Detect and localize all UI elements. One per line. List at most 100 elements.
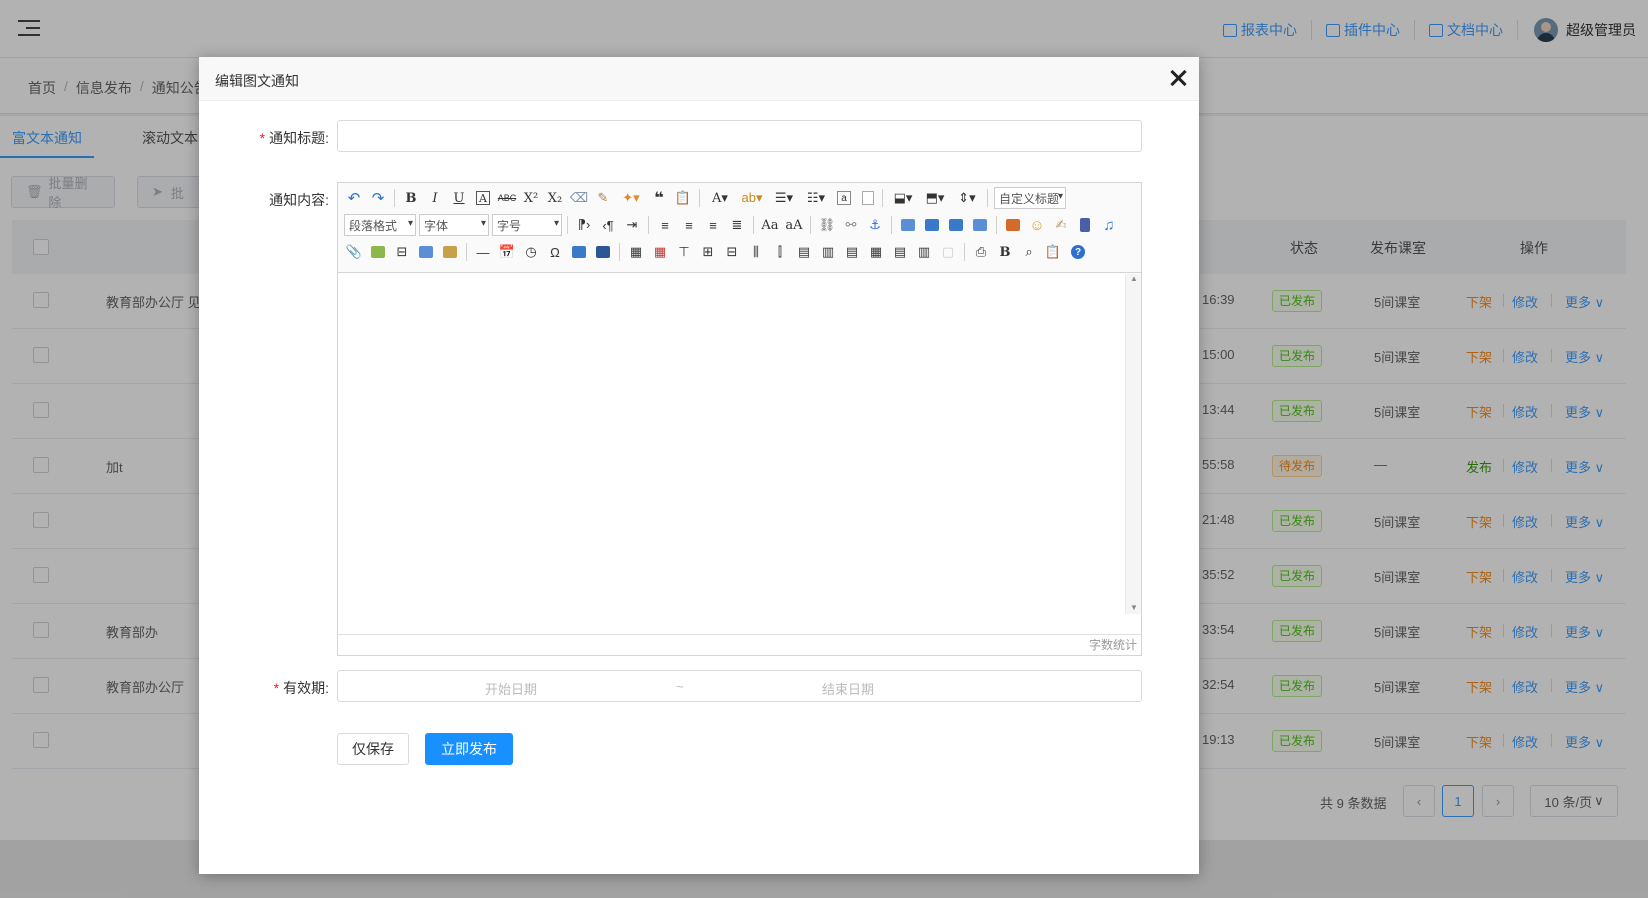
delete-row-icon[interactable]: ⊟ [722,242,742,262]
split-to-cols-icon[interactable]: ▥ [914,242,934,262]
undo-icon[interactable]: ↶ [344,188,364,208]
word-import-icon[interactable] [593,242,613,262]
justify-center-icon[interactable]: ≡ [679,215,699,235]
end-date-input[interactable]: 结束日期 [822,679,874,698]
editor-content-area[interactable] [338,274,1141,614]
scrawl-icon[interactable]: ✍ [1051,215,1071,235]
start-date-input[interactable]: 开始日期 [485,679,537,698]
row-spacing-bottom-icon[interactable]: ⬒▾ [921,188,949,208]
font-border-icon[interactable]: A [476,191,490,205]
link-icon[interactable]: ⛓ [817,215,837,235]
paste-plain-icon[interactable]: 📋 [673,188,693,208]
paragraph-format-select[interactable]: 段落格式 [344,214,416,236]
image-right-icon[interactable] [946,215,966,235]
notice-title-input[interactable] [337,120,1142,152]
publish-now-button[interactable]: 立即发布 [425,733,513,765]
scroll-up-icon[interactable]: ▲ [1130,274,1138,283]
insert-table-icon[interactable]: ▦ [626,242,646,262]
help-icon[interactable]: ? [1071,245,1085,259]
justify-left-icon[interactable]: ≡ [655,215,675,235]
strikethrough-icon[interactable]: ABC [497,188,517,208]
delete-col-icon[interactable]: ⫿ [770,242,790,262]
insert-col-icon[interactable]: ⫼ [746,242,766,262]
bold-icon[interactable]: B [401,188,421,208]
horizontal-line-icon[interactable]: — [473,242,493,262]
background-color-icon[interactable]: ab▾ [738,188,766,208]
toolbar-separator [648,216,649,234]
unordered-list-icon[interactable]: ☷▾ [802,188,830,208]
direction-rtl-icon[interactable]: ‹¶ [598,215,618,235]
line-height-icon[interactable]: ⇕▾ [953,188,981,208]
emotion-icon[interactable]: ☺ [1027,215,1047,235]
row-spacing-top-icon[interactable]: ⬓▾ [889,188,917,208]
edit-notice-modal: 编辑图文通知 * 通知标题: 通知内容: ↶ ↷ B I U A ABC X² X… [199,57,1199,874]
justify-right-icon[interactable]: ≡ [703,215,723,235]
unlink-icon[interactable]: ⚯ [841,215,861,235]
font-family-select[interactable]: 字体 [419,214,489,236]
toolbar-separator [964,243,965,261]
preview-icon[interactable]: B [995,242,1015,262]
image-center-icon[interactable] [970,215,990,235]
simple-upload-icon[interactable] [1003,215,1023,235]
search-replace-icon[interactable]: ⌕ [1019,242,1039,262]
clear-doc-icon[interactable] [862,191,874,205]
toolbar-separator [996,216,997,234]
custom-heading-select[interactable]: 自定义标题 [994,187,1066,209]
merge-cells-icon[interactable]: ▤ [794,242,814,262]
music-icon[interactable]: ♫ [1099,215,1119,235]
delete-table-icon[interactable]: ▦ [650,242,670,262]
indent-icon[interactable]: ⇥ [622,215,642,235]
content-label: 通知内容: [269,192,329,208]
subscript-icon[interactable]: X₂ [545,188,565,208]
print-icon[interactable]: ⎙ [971,242,991,262]
drafts-icon[interactable]: 📋 [1043,242,1063,262]
close-icon[interactable] [1169,69,1187,87]
toolbar-separator [466,243,467,261]
chart-icon[interactable]: ▢ [938,242,958,262]
justify-full-icon[interactable]: ≣ [727,215,747,235]
time-icon[interactable]: ◷ [521,242,541,262]
direction-ltr-icon[interactable]: ⁋› [574,215,594,235]
split-to-cells-icon[interactable]: ▦ [866,242,886,262]
split-to-rows-icon[interactable]: ▤ [890,242,910,262]
insert-paragraph-before-table-icon[interactable]: ⊤ [674,242,694,262]
auto-typeset-icon[interactable]: ✦▾ [617,188,645,208]
superscript-icon[interactable]: X² [521,188,541,208]
word-count: 字数统计 [338,634,1141,655]
italic-icon[interactable]: I [425,188,445,208]
select-all-icon[interactable]: a [837,191,851,205]
image-none-icon[interactable] [898,215,918,235]
scroll-down-icon[interactable]: ▼ [1130,603,1138,612]
font-size-select[interactable]: 字号 [492,214,562,236]
remove-format-icon[interactable]: ⌫ [569,188,589,208]
attachment-icon[interactable]: 📎 [344,242,364,262]
redo-icon[interactable]: ↷ [368,188,388,208]
ordered-list-icon[interactable]: ☰▾ [770,188,798,208]
modal-title: 编辑图文通知 [215,73,299,89]
title-label: * 通知标题: [259,130,329,146]
wordimage-icon[interactable] [569,242,589,262]
anchor-icon[interactable]: ⚓ [865,215,885,235]
to-lowercase-icon[interactable]: Aa [760,215,780,235]
merge-down-icon[interactable]: ▤ [842,242,862,262]
map-icon[interactable] [368,242,388,262]
validity-date-range[interactable]: 开始日期 ~ 结束日期 [337,670,1142,702]
page-break-icon[interactable]: ⊟ [392,242,412,262]
underline-icon[interactable]: U [449,188,469,208]
editor-scrollbar[interactable]: ▲ ▼ [1125,274,1141,614]
blockquote-icon[interactable]: ❝ [649,188,669,208]
image-left-icon[interactable] [922,215,942,235]
toolbar-separator [699,189,700,207]
save-only-button[interactable]: 仅保存 [337,733,409,765]
format-painter-icon[interactable]: ✎ [593,188,613,208]
special-chars-icon[interactable]: Ω [545,242,565,262]
insert-video-icon[interactable] [1075,215,1095,235]
to-uppercase-icon[interactable]: aA [784,215,804,235]
date-icon[interactable]: 📅 [497,242,517,262]
insert-row-icon[interactable]: ⊞ [698,242,718,262]
template-icon[interactable] [440,242,460,262]
merge-right-icon[interactable]: ▥ [818,242,838,262]
insert-frame-icon[interactable] [416,242,436,262]
modal-header: 编辑图文通知 [199,57,1199,101]
font-color-icon[interactable]: A▾ [706,188,734,208]
